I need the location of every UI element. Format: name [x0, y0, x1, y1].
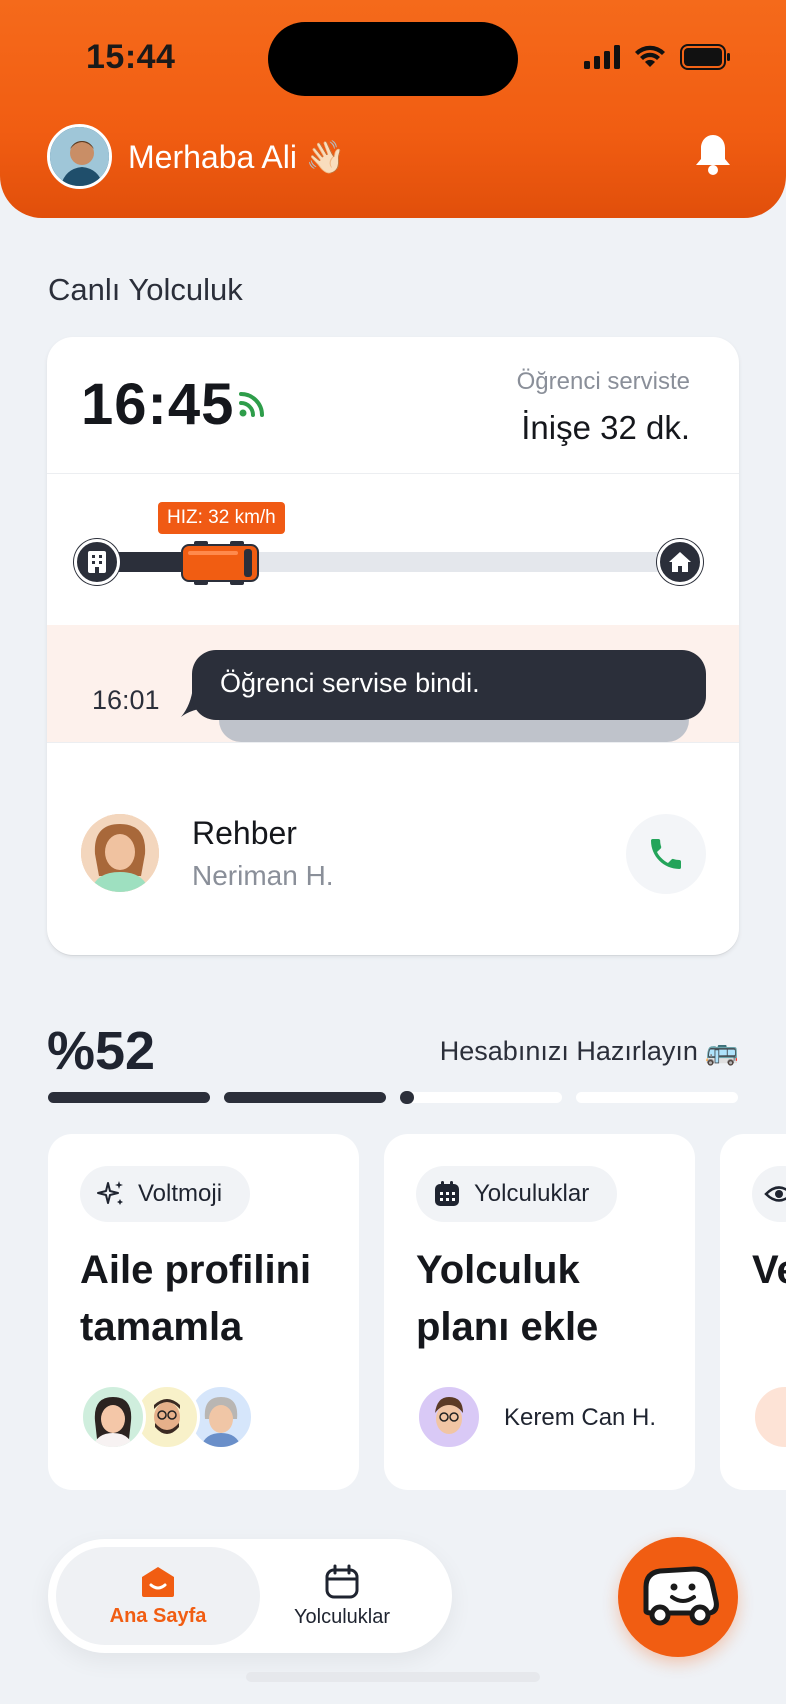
progress-segment [224, 1092, 386, 1103]
card-chip: Voltmoji [80, 1166, 251, 1222]
task-card-trip-plan[interactable]: Yolculuklar Yolculuk planı ekle Kerem Ca… [384, 1134, 695, 1490]
wifi-icon [635, 45, 665, 67]
bus-assistant-button[interactable] [618, 1537, 738, 1657]
user-avatar[interactable] [47, 124, 112, 189]
memoji-woman-icon [93, 1397, 133, 1447]
guide-photo-icon [81, 814, 159, 892]
progress-percent: %52 [47, 1021, 156, 1081]
live-signal-icon [239, 392, 264, 417]
status-icons [584, 44, 732, 70]
dynamic-island [268, 22, 518, 96]
task-card-partial[interactable]: Ve ek [720, 1134, 786, 1490]
battery-icon [680, 44, 730, 70]
divider [47, 473, 739, 474]
bottom-nav: Ana Sayfa Yolculuklar [48, 1539, 452, 1653]
person-avatar [416, 1384, 482, 1450]
bell-icon[interactable] [694, 133, 732, 175]
home-node [657, 539, 703, 585]
school-node [74, 539, 120, 585]
card-chip-label: Voltmoji [138, 1180, 223, 1207]
cellular-signal-icon [584, 45, 620, 69]
phone-icon [651, 839, 681, 869]
progress-label: Hesabınızı Hazırlayın 🚌 [439, 1036, 739, 1066]
nav-trips[interactable]: Yolculuklar [240, 1547, 444, 1645]
calendar-icon [435, 1181, 459, 1206]
call-guide-button[interactable] [626, 814, 706, 894]
status-message-bubble[interactable]: Öğrenci servise bindi. [192, 650, 706, 720]
live-time: 16:45 [81, 372, 235, 437]
message-time: 16:01 [92, 685, 160, 715]
card-title: Yolculuk planı ekle [416, 1248, 599, 1349]
memoji-boy-icon [435, 1397, 463, 1434]
card-person-name: Kerem Can H. [504, 1404, 657, 1431]
greeting-text: Merhaba Ali 👋🏻 [128, 139, 346, 175]
card-title: Ve ek [752, 1248, 786, 1292]
nav-home-label: Ana Sayfa [109, 1604, 207, 1627]
guide-avatar [81, 814, 159, 892]
memoji-grandma-icon [201, 1397, 241, 1447]
family-avatar [80, 1384, 146, 1450]
live-trip-card[interactable]: 16:45 Öğrenci serviste İnişe 32 dk. HIZ:… [47, 337, 739, 955]
speed-badge: HIZ: 32 km/h [158, 502, 285, 534]
home-smile-icon [142, 1566, 174, 1597]
memoji-man-icon [154, 1399, 180, 1434]
progress-segment [400, 1091, 562, 1104]
card-chip-label: Yolculuklar [474, 1180, 590, 1207]
sparkles-icon [97, 1181, 123, 1205]
nav-home[interactable]: Ana Sayfa [56, 1547, 260, 1645]
person-avatar [752, 1384, 786, 1450]
arrival-eta: İnişe 32 dk. [521, 409, 690, 446]
bus-smile-icon [643, 1566, 719, 1626]
guide-name: Neriman H. [192, 860, 334, 891]
app-header: 15:44 Merhaba Ali 👋🏻 [0, 0, 786, 218]
nav-trips-label: Yolculuklar [294, 1605, 390, 1628]
card-title: Aile profilini tamamla [80, 1248, 312, 1349]
home-icon [669, 552, 691, 572]
guide-role: Rehber [192, 815, 297, 851]
card-chip [752, 1166, 786, 1222]
eye-icon [764, 1186, 786, 1202]
bus-icon [181, 541, 259, 585]
section-title-live: Canlı Yolculuk [48, 272, 243, 307]
divider [47, 742, 739, 743]
student-status: Öğrenci serviste [516, 368, 690, 395]
progress-segment [48, 1092, 210, 1103]
building-icon [88, 551, 106, 573]
home-indicator [246, 1672, 540, 1682]
status-bar-time: 15:44 [86, 38, 176, 76]
progress-segment [576, 1092, 738, 1103]
route-track [87, 552, 687, 572]
calendar-outline-icon [325, 1564, 359, 1598]
user-photo-icon [50, 127, 109, 186]
task-card-family-profile[interactable]: Voltmoji Aile profilini tamamla [48, 1134, 359, 1490]
card-chip: Yolculuklar [416, 1166, 618, 1222]
